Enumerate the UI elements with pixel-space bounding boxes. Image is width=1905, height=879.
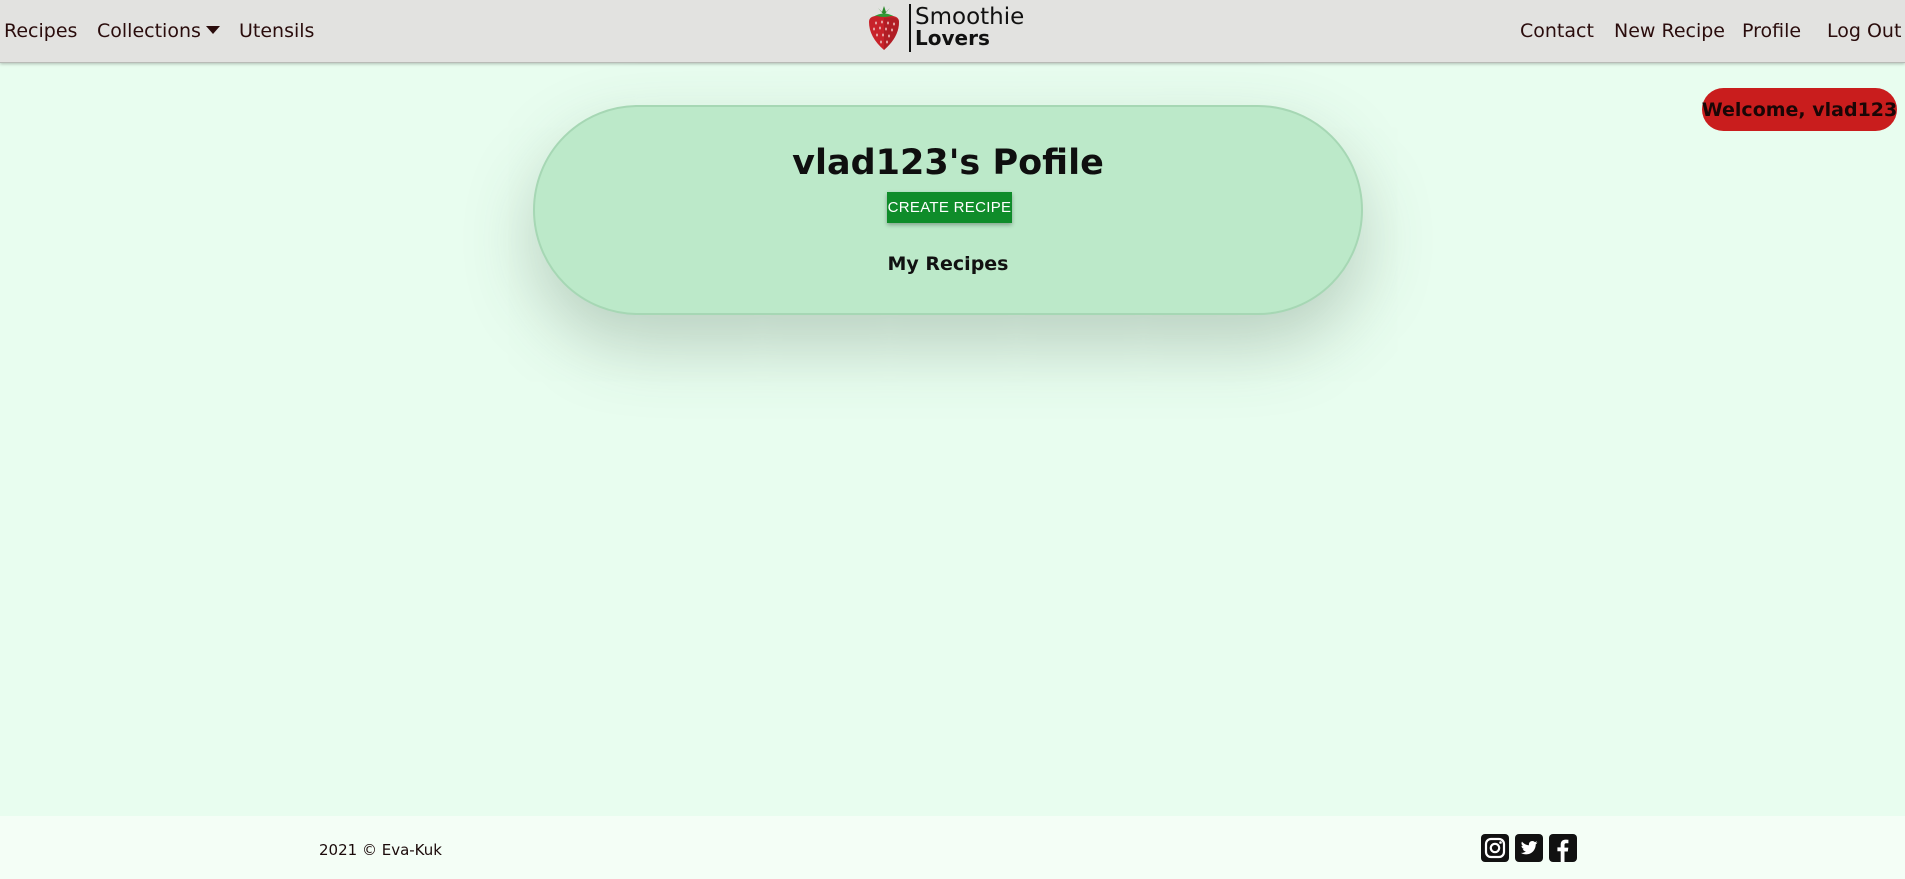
brand-divider	[909, 4, 911, 52]
caret-down-icon	[205, 26, 220, 34]
instagram-icon[interactable]	[1481, 834, 1509, 862]
welcome-badge: Welcome, vlad123	[1702, 88, 1897, 131]
copyright-text: 2021 © Eva-Kuk	[319, 841, 442, 859]
nav-link-contact[interactable]: Contact	[1520, 20, 1594, 42]
brand-logo-link[interactable]: Smoothie Lovers	[865, 2, 1024, 54]
top-navbar: Recipes Collections Utensils Smoothie Lo…	[0, 0, 1905, 63]
nav-link-utensils[interactable]: Utensils	[239, 20, 314, 42]
nav-link-recipes[interactable]: Recipes	[4, 20, 77, 42]
create-recipe-button[interactable]: CREATE RECIPE	[887, 192, 1012, 223]
profile-card: vlad123's Pofile CREATE RECIPE My Recipe…	[533, 105, 1363, 315]
profile-title: vlad123's Pofile	[792, 143, 1104, 183]
brand-line-1: Smoothie	[915, 4, 1025, 30]
twitter-icon[interactable]	[1515, 834, 1543, 862]
nav-link-new-recipe[interactable]: New Recipe	[1614, 20, 1725, 42]
brand-name: Smoothie Lovers	[915, 4, 1025, 50]
nav-collections-label: Collections	[97, 20, 201, 42]
footer: 2021 © Eva-Kuk	[0, 816, 1905, 879]
nav-link-profile[interactable]: Profile	[1742, 20, 1801, 42]
brand-line-2: Lovers	[915, 26, 990, 50]
my-recipes-heading: My Recipes	[887, 253, 1009, 275]
facebook-icon[interactable]	[1549, 834, 1577, 862]
nav-link-log-out[interactable]: Log Out	[1827, 20, 1901, 42]
nav-dropdown-collections[interactable]: Collections	[97, 20, 220, 42]
strawberry-icon	[869, 6, 899, 50]
